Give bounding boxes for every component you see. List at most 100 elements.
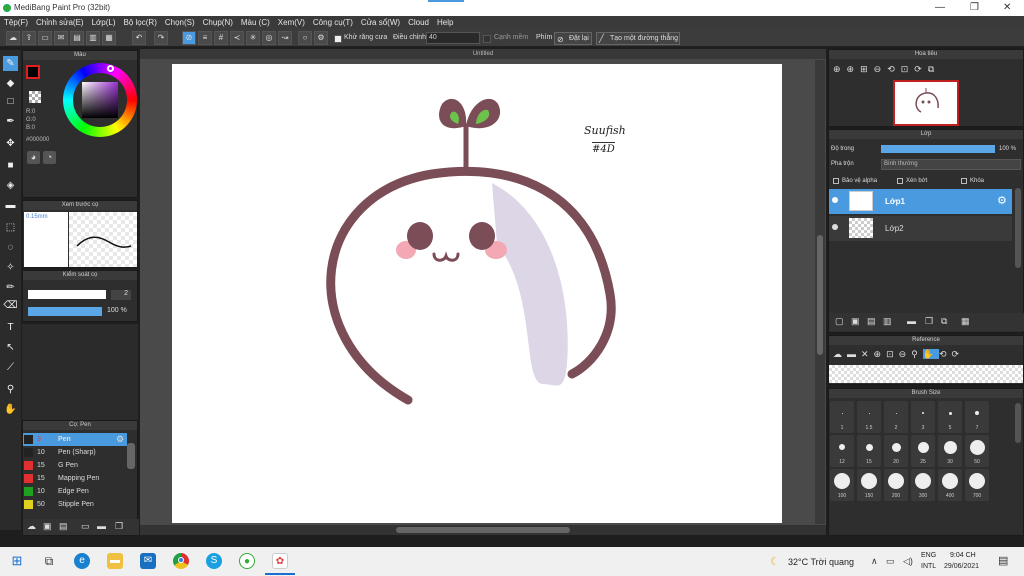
select-tool-icon[interactable]: ⬚ [3,220,18,235]
maximize-icon[interactable]: ❐ [970,2,979,13]
lock-checkbox[interactable] [961,178,967,184]
straight-line-button[interactable]: ╱ Tạo một đường thẳng [596,32,680,45]
clock-date[interactable]: 29/06/2021 [944,563,979,570]
paint-app-icon[interactable]: ✿ [272,553,288,569]
file-explorer-icon[interactable]: ▬ [107,553,123,569]
horizontal-scroll-thumb[interactable] [396,527,570,533]
layer-row-2[interactable]: Lớp2 [829,216,1012,241]
select-pen-icon[interactable]: ✏ [3,280,18,295]
delete-layer-icon[interactable]: ▦ [961,316,970,327]
grid-icon[interactable]: ▦ [102,31,116,45]
layer-visibility-icon[interactable] [832,197,838,203]
menu-snap[interactable]: Chụp(N) [199,16,237,27]
cloud-icon[interactable]: ☁ [6,31,20,45]
layer-visibility-icon[interactable] [832,224,838,230]
ellipse-snap-icon[interactable]: ○ [298,31,312,45]
add-brush-icon[interactable]: ▣ [43,521,52,532]
fullscreen-icon[interactable]: ⊞ [860,64,874,74]
move-tool-icon[interactable]: ✥ [3,136,18,151]
brush-item-edge-pen[interactable]: 10 Edge Pen [23,485,127,498]
menu-cloud[interactable]: Cloud [404,16,433,27]
brush-item-pen[interactable]: 3 Pen ⚙ [23,433,127,446]
canvas-tab[interactable]: Untitled [140,49,826,59]
hue-handle[interactable] [107,65,114,72]
reference-eyedropper-icon[interactable]: ⚲ [911,349,923,359]
menu-edit[interactable]: Chỉnh sửa(E) [32,16,88,27]
comment-icon[interactable]: ▭ [38,31,52,45]
radial-snap-icon[interactable]: ✳ [246,31,260,45]
menu-window[interactable]: Cửa sổ(W) [357,16,404,27]
brush-folder-icon[interactable]: ▭ [81,521,90,532]
clock-time[interactable]: 9:04 CH [950,552,976,559]
menu-file[interactable]: Tệp(F) [0,16,32,27]
reference-rotate-left-icon[interactable]: ⟲ [939,349,952,359]
reference-open-icon[interactable]: ☁ [833,349,847,359]
curve-snap-icon[interactable]: ↝ [278,31,292,45]
rotate-right-icon[interactable]: ⟳ [914,64,928,74]
menu-layer[interactable]: Lớp(L) [88,16,120,27]
blend-mode-select[interactable]: Bình thường [881,159,1021,170]
menu-color[interactable]: Màu (C) [237,16,274,27]
brush-menu-icon[interactable]: ▤ [59,521,68,532]
brush-opacity-slider[interactable] [28,307,102,316]
merge-down-icon[interactable]: ⧉ [941,316,947,327]
brush-item-stipple-pen[interactable]: 50 Stipple Pen [23,498,127,511]
reference-fit-icon[interactable]: ⊡ [886,349,899,359]
new-layer-1bit-icon[interactable]: ▤ [867,316,876,327]
protect-alpha-checkbox[interactable] [833,178,839,184]
menu-tools[interactable]: Công cụ(T) [309,16,357,27]
grid-snap-icon[interactable]: # [214,31,228,45]
document-icon[interactable]: ▥ [86,31,100,45]
reference-rotate-right-icon[interactable]: ⟳ [952,349,965,359]
secondary-color-swatch[interactable] [29,91,41,103]
language-line2[interactable]: INTL [921,563,936,570]
redo-icon[interactable]: ↷ [154,31,168,45]
parallel-snap-icon[interactable]: ≡ [198,31,212,45]
layer-row-1[interactable]: Lớp1 ⚙ [829,189,1012,214]
zoom-in-icon[interactable]: ⊕ [847,64,861,74]
operation-tool-icon[interactable]: ↖ [3,340,18,355]
volume-icon[interactable]: ◁) [903,556,913,567]
brush-size-input[interactable]: 2 [111,290,131,300]
select-eraser-icon[interactable]: ⌫ [3,298,18,313]
gear-icon[interactable]: ⚙ [314,31,328,45]
windows-start-icon[interactable]: ⊞ [9,553,25,569]
brush-item-g-pen[interactable]: 15 G Pen [23,459,127,472]
brush-delete-icon[interactable]: ❐ [115,521,123,532]
task-view-icon[interactable]: ⧉ [41,553,57,569]
brush-settings-gear-icon[interactable]: ⚙ [116,433,124,446]
skype-icon[interactable]: S [206,553,222,569]
reference-folder-icon[interactable]: ▬ [847,349,861,359]
zoom-out-icon[interactable]: ⊖ [874,64,888,74]
minimize-icon[interactable]: — [935,2,945,13]
antialias-checkbox[interactable] [334,35,342,43]
reference-view[interactable] [829,365,1023,383]
layer-folder-icon[interactable]: ▬ [907,316,916,326]
eyedropper-icon[interactable]: ⚲ [3,382,18,397]
reference-zoom-out-icon[interactable]: ⊖ [899,349,912,359]
brush-folder-open-icon[interactable]: ▬ [97,521,106,531]
lasso-tool-icon[interactable]: ◌ [3,240,18,255]
flip-icon[interactable]: ⧉ [928,64,940,74]
gradient-tool-icon[interactable]: ▬ [3,198,18,213]
new-halftone-layer-icon[interactable]: ▥ [883,316,892,327]
canvas-icon[interactable]: ▤ [70,31,84,45]
share-icon[interactable]: ⇪ [22,31,36,45]
magic-wand-icon[interactable]: ✧ [3,260,18,275]
hand-tool-icon[interactable]: ✋ [3,402,18,417]
hue-wheel[interactable] [63,63,137,137]
vertical-scroll-thumb[interactable] [817,235,823,355]
network-icon[interactable]: ▭ [886,556,895,567]
menu-view[interactable]: Xem(V) [274,16,309,27]
duplicate-layer-icon[interactable]: ❐ [925,316,933,327]
menu-filter[interactable]: Bộ lọc(R) [120,16,161,27]
message-icon[interactable]: ✉ [54,31,68,45]
circle-snap-icon[interactable]: ◎ [262,31,276,45]
reset-button[interactable]: ⊘ Đặt lại [554,32,592,45]
palette-icon[interactable]: ◕ [27,151,40,164]
pen-tool-icon[interactable]: ✒ [3,114,18,129]
edge-browser-icon[interactable]: e [74,553,90,569]
fill-shape-icon[interactable]: ■ [3,158,18,173]
chrome-icon[interactable] [173,553,189,569]
close-icon[interactable]: ✕ [1003,2,1011,13]
